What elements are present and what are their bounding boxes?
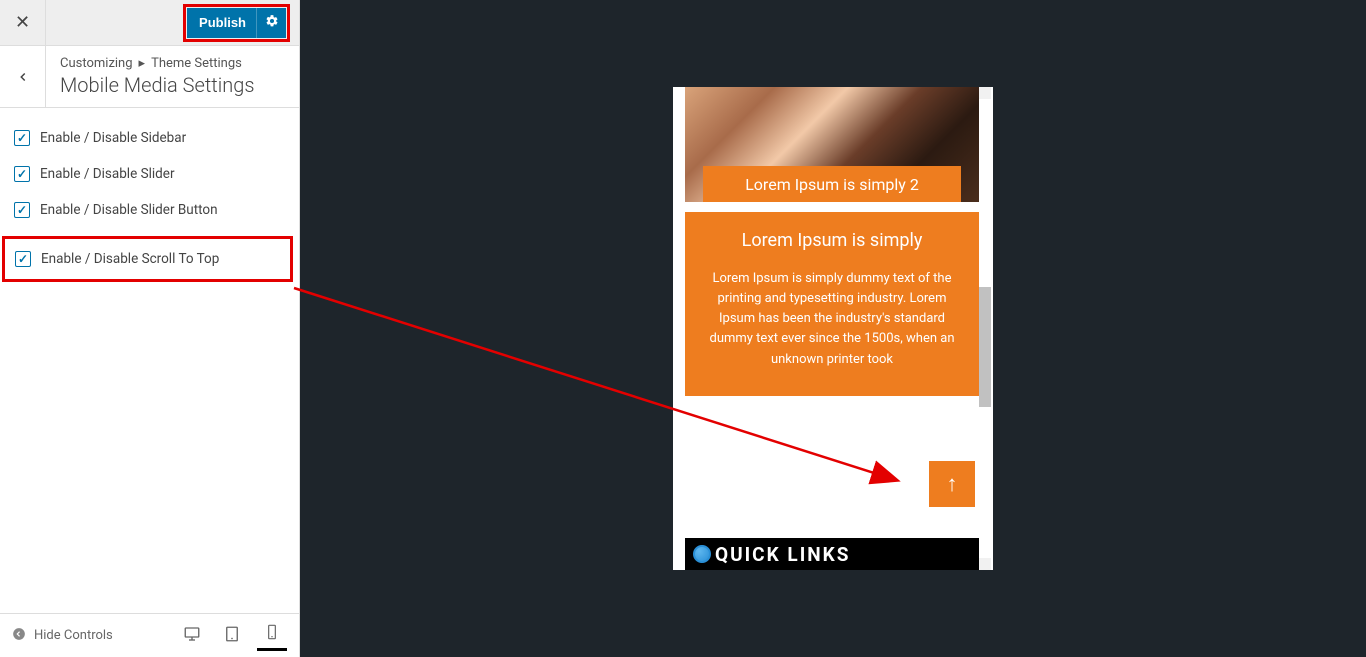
customizer-header: ✕ Publish (0, 0, 299, 46)
chevron-right-icon: ▸ (139, 56, 146, 71)
arrow-up-icon: ↑ (947, 471, 958, 497)
preview-scrollbar[interactable] (979, 87, 991, 570)
option-slider[interactable]: ✓ Enable / Disable Slider (0, 156, 299, 192)
device-tablet-button[interactable] (217, 621, 247, 651)
device-mobile-button[interactable] (257, 621, 287, 651)
device-desktop-button[interactable] (177, 621, 207, 651)
back-button[interactable] (0, 46, 46, 107)
content-card: Lorem Ipsum is simply Lorem Ipsum is sim… (685, 212, 979, 396)
globe-icon (693, 545, 711, 563)
scroll-to-top-button[interactable]: ↑ (929, 461, 975, 507)
option-label: Enable / Disable Slider (40, 166, 175, 182)
breadcrumb-parent: Theme Settings (151, 56, 242, 71)
section-title: Mobile Media Settings (60, 73, 285, 97)
footer-text: QUICK LINKS (715, 543, 850, 566)
option-scroll-to-top[interactable]: ✓ Enable / Disable Scroll To Top (2, 236, 293, 282)
publish-label: Publish (199, 15, 246, 30)
breadcrumb-line: Customizing ▸ Theme Settings (60, 56, 285, 71)
publish-button[interactable]: Publish (187, 8, 256, 38)
customizer-sidebar: ✕ Publish Customizing (0, 0, 300, 657)
options-list: ✓ Enable / Disable Sidebar ✓ Enable / Di… (0, 108, 299, 294)
publish-settings-button[interactable] (256, 8, 286, 38)
collapse-icon (12, 627, 26, 645)
option-slider-button[interactable]: ✓ Enable / Disable Slider Button (0, 192, 299, 228)
breadcrumb-root: Customizing (60, 56, 133, 71)
option-label: Enable / Disable Scroll To Top (41, 251, 219, 267)
desktop-icon (183, 625, 201, 647)
publish-highlight: Publish (183, 4, 290, 42)
mobile-icon (264, 624, 280, 644)
option-label: Enable / Disable Slider Button (40, 202, 218, 218)
chevron-left-icon (16, 65, 30, 89)
scrollbar-thumb[interactable] (979, 287, 991, 407)
hero-banner: Lorem Ipsum is simply 2 (685, 87, 979, 202)
hide-controls-button[interactable]: Hide Controls (12, 627, 113, 645)
hide-controls-label: Hide Controls (34, 628, 113, 643)
checkbox-checked-icon[interactable]: ✓ (14, 202, 30, 218)
card-title: Lorem Ipsum is simply (701, 230, 963, 251)
card-body: Lorem Ipsum is simply dummy text of the … (701, 269, 963, 370)
close-icon: ✕ (15, 12, 30, 33)
option-sidebar[interactable]: ✓ Enable / Disable Sidebar (0, 120, 299, 156)
checkbox-checked-icon[interactable]: ✓ (15, 251, 31, 267)
hero-caption-text: Lorem Ipsum is simply 2 (745, 175, 919, 194)
close-customizer-button[interactable]: ✕ (0, 0, 46, 45)
publish-wrap: Publish (183, 0, 299, 45)
gear-icon (265, 13, 279, 32)
mobile-preview-frame[interactable]: Lorem Ipsum is simply 2 Lorem Ipsum is s… (673, 87, 993, 570)
breadcrumb-panel: Customizing ▸ Theme Settings Mobile Medi… (0, 46, 299, 108)
checkbox-checked-icon[interactable]: ✓ (14, 166, 30, 182)
checkbox-checked-icon[interactable]: ✓ (14, 130, 30, 146)
preview-footer: QUICK LINKS (685, 538, 979, 570)
option-label: Enable / Disable Sidebar (40, 130, 186, 146)
preview-area: Lorem Ipsum is simply 2 Lorem Ipsum is s… (300, 0, 1366, 657)
device-toggles (177, 621, 287, 651)
breadcrumb-text: Customizing ▸ Theme Settings Mobile Medi… (46, 46, 299, 107)
hero-caption: Lorem Ipsum is simply 2 (703, 166, 961, 202)
customizer-footer: Hide Controls (0, 613, 299, 657)
header-spacer (46, 0, 183, 45)
tablet-icon (223, 625, 241, 647)
